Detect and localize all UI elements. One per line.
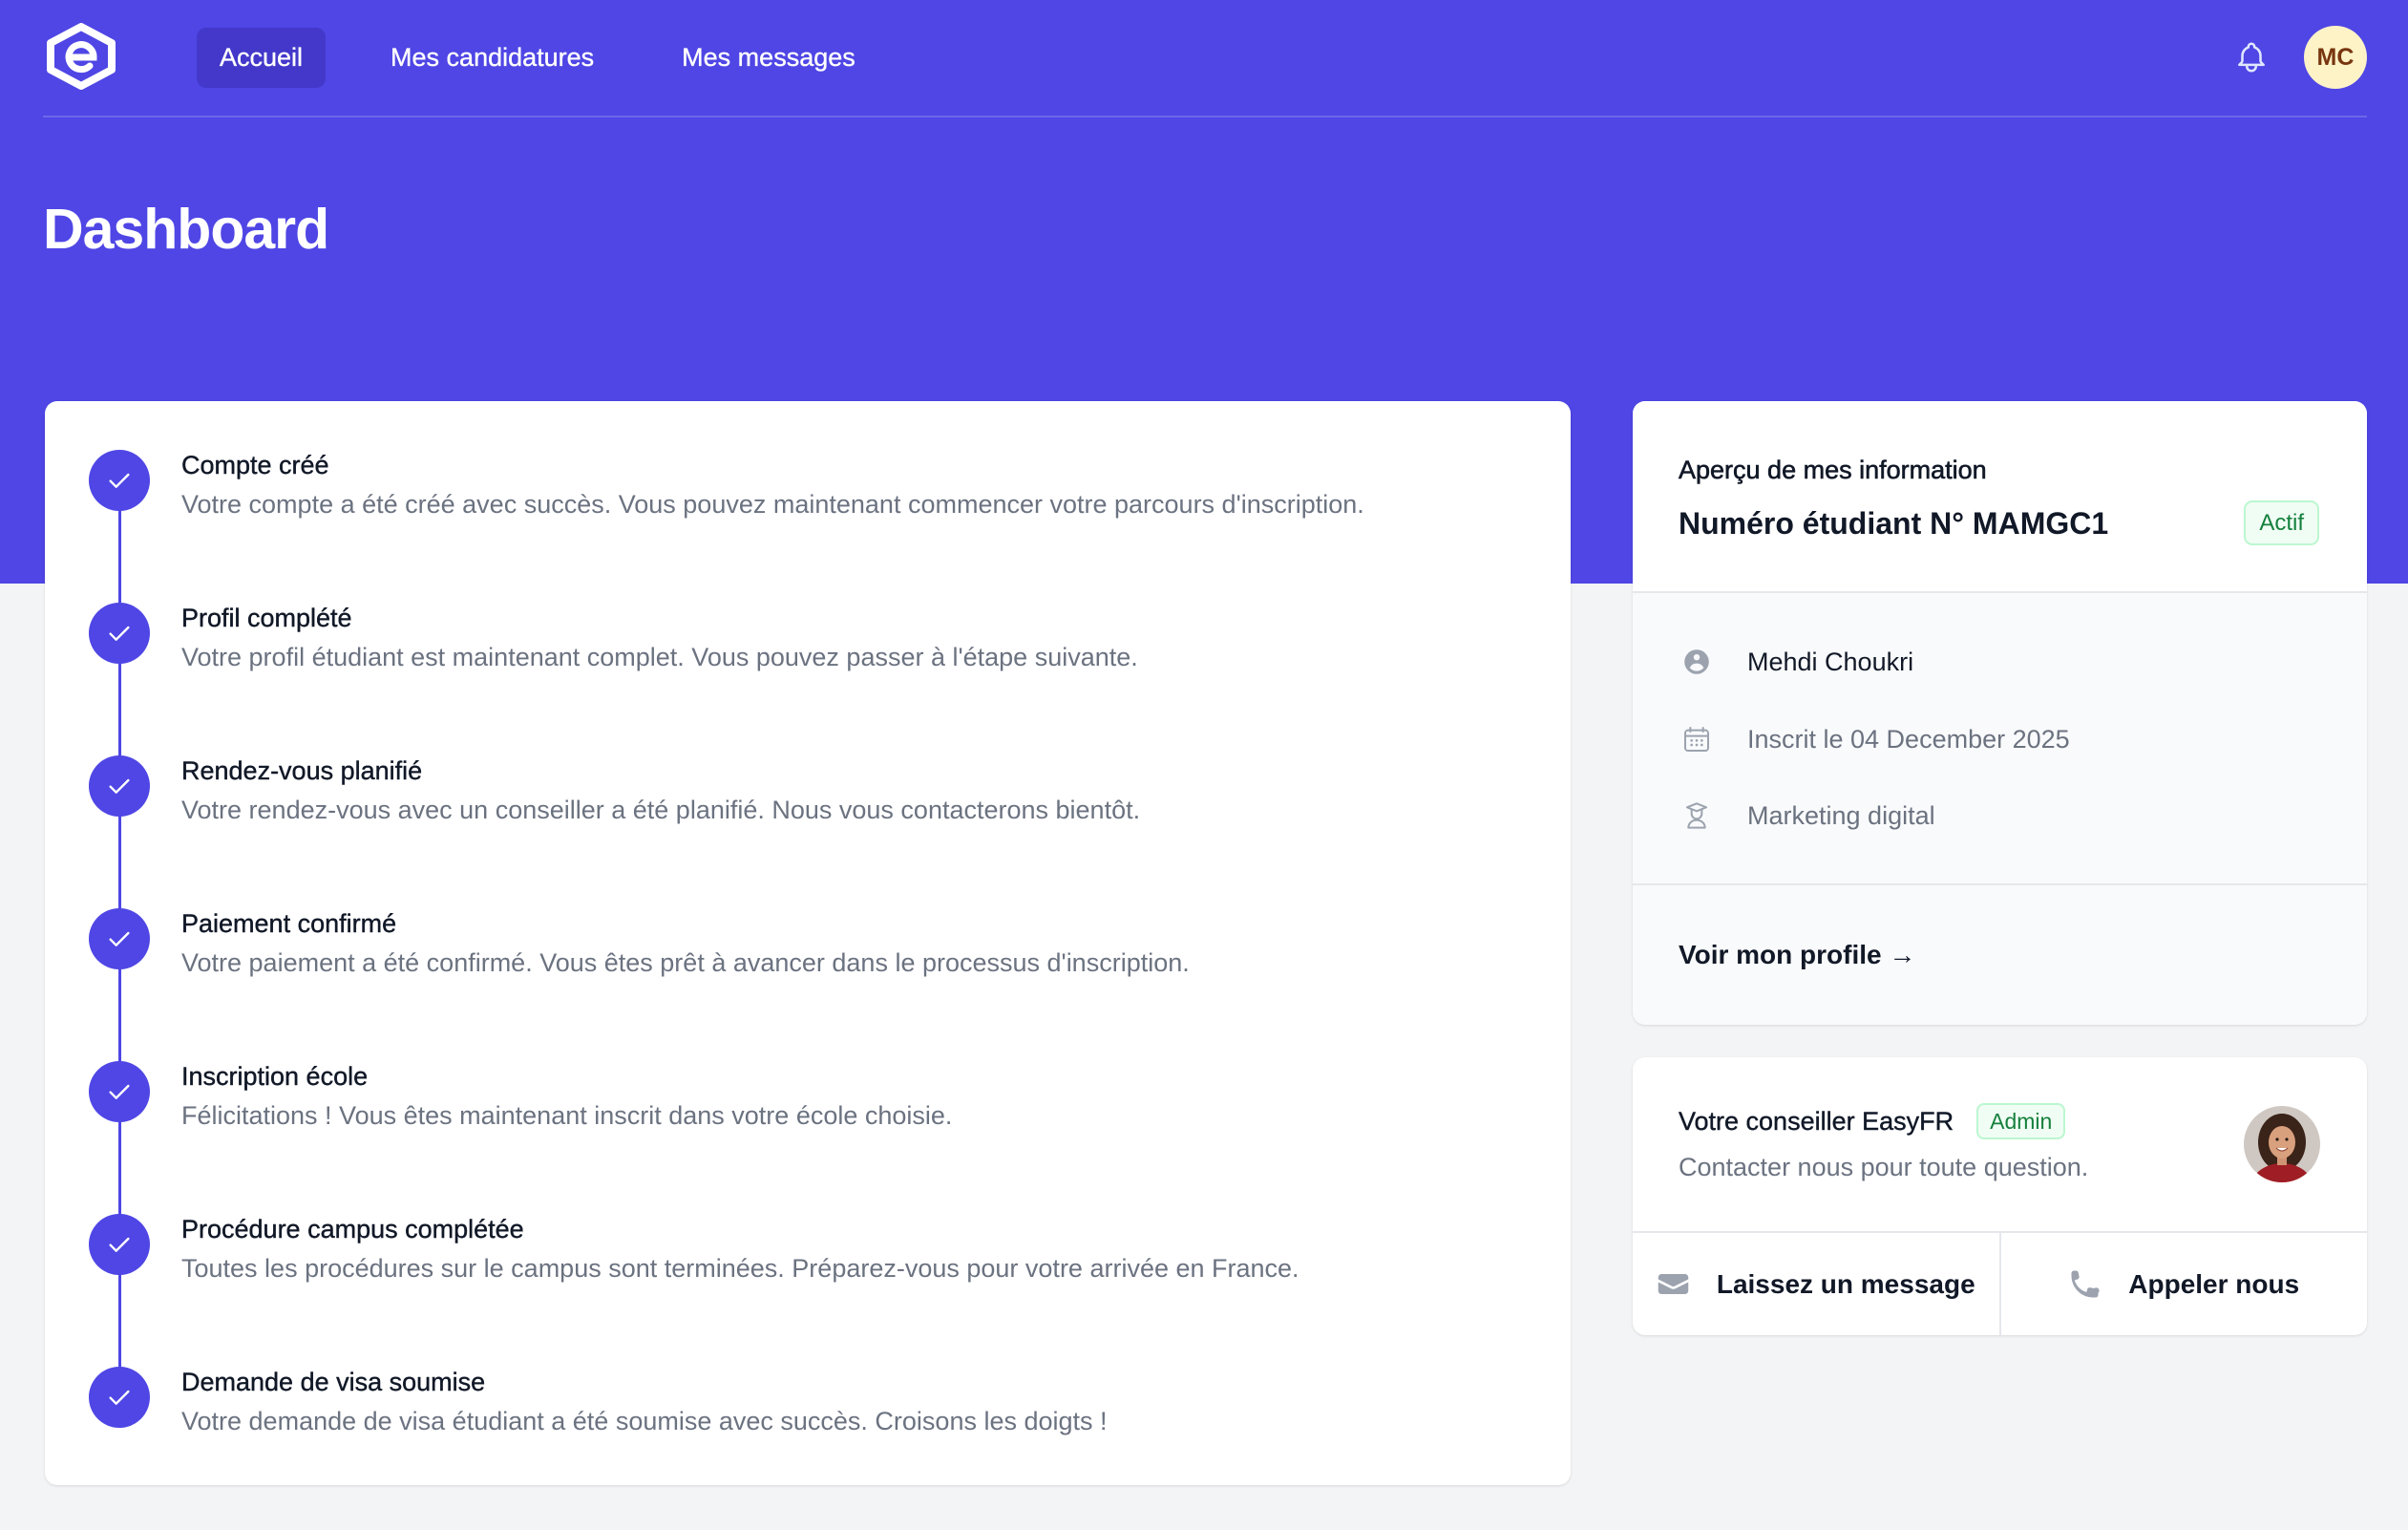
timeline-step: Rendez-vous planifié Votre rendez-vous a… — [45, 752, 1571, 910]
step-title: Inscription école — [181, 1062, 369, 1091]
registration-date: Inscrit le 04 December 2025 — [1747, 725, 2070, 754]
easyfr-logo-icon[interactable] — [43, 21, 119, 92]
advisor-header: Votre conseiller EasyFR Admin — [1679, 1103, 2066, 1139]
step-description: Votre compte a été créé avec succès. Vou… — [181, 490, 1364, 519]
leave-message-label: Laissez un message — [1716, 1268, 1975, 1299]
timeline-step: Demande de visa soumise Votre demande de… — [45, 1363, 1571, 1485]
view-profile-link[interactable]: Voir mon profile → — [1679, 936, 1915, 974]
step-title: Profil complété — [181, 604, 352, 632]
info-card-header — [1633, 401, 2367, 593]
check-icon — [109, 626, 130, 641]
step-completed-indicator — [89, 450, 150, 511]
check-icon — [109, 1390, 130, 1405]
envelope-icon — [1658, 1274, 1689, 1294]
advisor-card: Votre conseiller EasyFR Admin Contacter … — [1633, 1057, 2367, 1335]
student-number: Numéro étudiant N° MAMGC1 — [1679, 506, 2109, 541]
timeline-connector — [118, 1273, 121, 1369]
step-description: Félicitations ! Vous êtes maintenant ins… — [181, 1101, 953, 1130]
header-divider — [43, 116, 2367, 117]
check-icon — [109, 473, 130, 488]
step-completed-indicator — [89, 603, 150, 664]
step-completed-indicator — [89, 1367, 150, 1428]
check-icon — [109, 1237, 130, 1252]
step-description: Votre demande de visa étudiant a été sou… — [181, 1407, 1108, 1435]
step-description: Votre paiement a été confirmé. Vous êtes… — [181, 948, 1190, 977]
leave-message-button[interactable]: Laissez un message — [1633, 1233, 1999, 1335]
bell-icon[interactable] — [2233, 37, 2270, 77]
info-card-heading: Aperçu de mes information — [1679, 456, 1987, 485]
step-title: Paiement confirmé — [181, 909, 397, 938]
timeline-step: Compte créé Votre compte a été créé avec… — [45, 446, 1571, 605]
user-circle-icon — [1684, 649, 1709, 674]
step-completed-indicator — [89, 1214, 150, 1275]
check-icon — [109, 778, 130, 794]
graduate-icon — [1686, 802, 1707, 829]
advisor-subtitle: Contacter nous pour toute question. — [1679, 1153, 2089, 1181]
step-completed-indicator — [89, 1061, 150, 1122]
advisor-title: Votre conseiller EasyFR — [1679, 1106, 1954, 1136]
step-description: Votre profil étudiant est maintenant com… — [181, 643, 1138, 671]
step-completed-indicator — [89, 908, 150, 969]
program-name: Marketing digital — [1747, 801, 1935, 830]
timeline: Compte créé Votre compte a été créé avec… — [45, 446, 1571, 1485]
call-button[interactable]: Appeler nous — [1998, 1233, 2368, 1335]
advisor-actions: Laissez un message Appeler nous — [1633, 1233, 2367, 1335]
check-icon — [109, 1084, 130, 1099]
step-title: Rendez-vous planifié — [181, 756, 423, 785]
calendar-icon — [1684, 727, 1709, 752]
advisor-photo — [2244, 1106, 2320, 1182]
timeline-step: Procédure campus complétée Toutes les pr… — [45, 1210, 1571, 1369]
timeline-connector — [118, 815, 121, 910]
nav-accueil[interactable]: Accueil — [197, 28, 327, 88]
timeline-connector — [118, 662, 121, 757]
step-title: Demande de visa soumise — [181, 1368, 486, 1396]
step-title: Compte créé — [181, 451, 329, 479]
student-name: Mehdi Choukri — [1747, 648, 1914, 676]
user-avatar[interactable]: MC — [2304, 26, 2367, 89]
nav-mes-messages[interactable]: Mes messages — [659, 28, 878, 88]
step-description: Toutes les procédures sur le campus sont… — [181, 1254, 1299, 1283]
check-icon — [109, 931, 130, 946]
step-description: Votre rendez-vous avec un conseiller a é… — [181, 796, 1141, 824]
status-badge: Actif — [2244, 500, 2319, 545]
timeline-connector — [118, 1120, 121, 1216]
step-title: Procédure campus complétée — [181, 1215, 524, 1243]
step-completed-indicator — [89, 755, 150, 817]
role-badge: Admin — [1976, 1103, 2066, 1139]
info-card-divider — [1633, 883, 2367, 885]
main-nav: Accueil Mes candidatures Mes messages — [197, 28, 878, 88]
nav-mes-candidatures[interactable]: Mes candidatures — [368, 28, 617, 88]
page-title: Dashboard — [43, 198, 329, 261]
timeline-step: Profil complété Votre profil étudiant es… — [45, 599, 1571, 757]
student-info-card: Aperçu de mes information Numéro étudian… — [1633, 401, 2367, 1025]
timeline-connector — [118, 509, 121, 605]
timeline-step: Paiement confirmé Votre paiement a été c… — [45, 904, 1571, 1063]
timeline-connector — [118, 967, 121, 1063]
progress-timeline-card: Compte créé Votre compte a été créé avec… — [45, 401, 1571, 1485]
phone-icon — [2071, 1270, 2100, 1298]
call-label: Appeler nous — [2128, 1268, 2300, 1299]
timeline-step: Inscription école Félicitations ! Vous ê… — [45, 1057, 1571, 1216]
